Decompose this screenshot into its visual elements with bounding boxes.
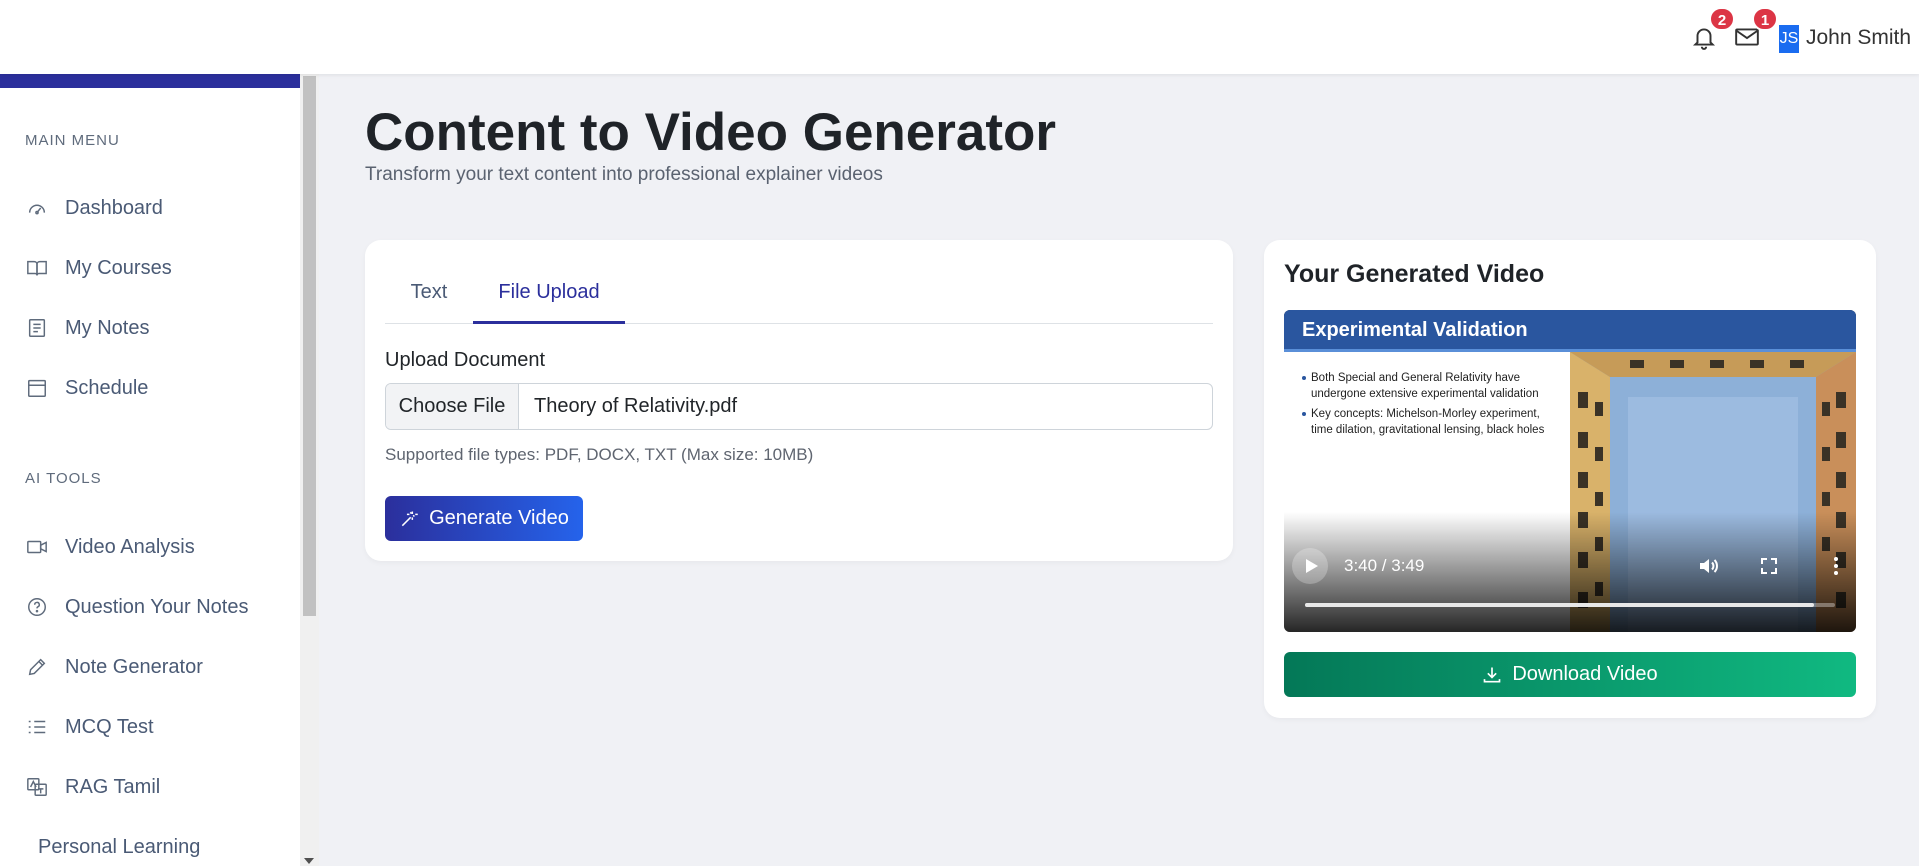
sidebar-item-rag-tamil[interactable]: RAG Tamil — [26, 769, 160, 805]
choose-file-button[interactable]: Choose File — [386, 384, 519, 429]
more-options-button[interactable] — [1824, 554, 1848, 578]
user-name[interactable]: John Smith — [1806, 26, 1911, 50]
question-circle-icon — [28, 598, 46, 616]
generated-video-heading: Your Generated Video — [1284, 260, 1545, 288]
main-menu-label: MAIN MENU — [25, 132, 120, 149]
pencil-icon — [28, 658, 46, 676]
supported-types-hint: Supported file types: PDF, DOCX, TXT (Ma… — [385, 445, 814, 464]
fullscreen-button[interactable] — [1757, 554, 1781, 578]
messages-button[interactable]: 1 — [1734, 7, 1778, 54]
avatar[interactable]: JS — [1779, 25, 1799, 53]
sidebar-item-question-your-notes[interactable]: Question Your Notes — [26, 589, 248, 625]
download-icon — [1484, 667, 1501, 682]
video-progress-fill — [1305, 603, 1814, 607]
sidebar-item-label: Schedule — [65, 376, 149, 399]
sidebar-item-my-courses[interactable]: My Courses — [26, 250, 172, 286]
slide-bullet: Both Special and General Relativity have… — [1302, 370, 1556, 402]
page-subtitle: Transform your text content into profess… — [365, 164, 883, 185]
tab-text[interactable]: Text — [385, 260, 473, 324]
translate-icon — [27, 778, 47, 796]
more-vertical-icon — [1834, 557, 1838, 575]
sidebar-scrollbar[interactable] — [300, 74, 319, 866]
sidebar-item-schedule[interactable]: Schedule — [26, 370, 148, 406]
sidebar-item-label: My Notes — [65, 316, 150, 339]
sidebar-item-mcq-test[interactable]: MCQ Test — [26, 709, 154, 745]
slide-bullet: Key concepts: Michelson-Morley experimen… — [1302, 406, 1556, 438]
tab-file-upload[interactable]: File Upload — [473, 260, 625, 324]
sidebar-item-dashboard[interactable]: Dashboard — [26, 190, 163, 226]
file-upload-input[interactable]: Choose File Theory of Relativity.pdf — [385, 383, 1213, 430]
sidebar-item-label: MCQ Test — [65, 715, 154, 738]
sidebar-item-personal-learning[interactable]: Personal Learning — [38, 829, 200, 865]
gauge-icon — [28, 204, 46, 215]
selected-file-name: Theory of Relativity.pdf — [534, 395, 738, 417]
video-progress-bar[interactable] — [1305, 603, 1835, 607]
magic-wand-icon — [401, 511, 418, 526]
upload-document-label: Upload Document — [385, 349, 546, 371]
sidebar-item-label: Dashboard — [65, 196, 163, 219]
messages-badge: 1 — [1752, 7, 1778, 31]
sidebar-item-label: Note Generator — [65, 655, 203, 678]
download-video-button[interactable]: Download Video — [1284, 652, 1856, 697]
video-player[interactable]: Experimental Validation Both Special and… — [1284, 310, 1856, 632]
page-title: Content to Video Generator — [365, 103, 1057, 162]
sidebar-item-label: Question Your Notes — [65, 595, 249, 618]
volume-button[interactable] — [1696, 554, 1720, 578]
ai-tools-label: AI TOOLS — [25, 470, 102, 487]
generated-video-card: Your Generated Video Experimental Valida… — [1264, 240, 1876, 718]
sidebar-item-my-notes[interactable]: My Notes — [26, 310, 149, 346]
input-tabs: Text File Upload — [385, 260, 1213, 324]
book-icon — [27, 260, 47, 276]
list-icon — [28, 720, 46, 734]
slide-title: Experimental Validation — [1284, 310, 1856, 352]
notifications-badge: 2 — [1709, 7, 1735, 31]
notifications-button[interactable]: 2 — [1691, 7, 1735, 54]
play-button[interactable] — [1292, 548, 1328, 584]
download-video-label: Download Video — [1512, 663, 1658, 685]
video-time-display: 3:40 / 3:49 — [1344, 556, 1425, 575]
top-bar: 2 1 JS John Smith — [0, 0, 1919, 74]
video-camera-icon — [27, 540, 47, 554]
generate-video-label: Generate Video — [429, 507, 569, 529]
sidebar-item-label: My Courses — [65, 256, 172, 279]
sidebar-item-video-analysis[interactable]: Video Analysis — [26, 529, 195, 565]
sidebar-item-label: Video Analysis — [65, 535, 195, 558]
generate-video-button[interactable]: Generate Video — [385, 496, 583, 541]
scroll-down-arrow[interactable] — [304, 858, 314, 864]
fullscreen-icon — [1761, 558, 1777, 574]
sidebar: MAIN MENU Dashboard My Courses My Notes … — [0, 74, 300, 866]
sidebar-accent-bar — [0, 74, 300, 88]
notes-icon — [28, 319, 46, 337]
generator-card: Text File Upload Upload Document Choose … — [365, 240, 1233, 561]
sidebar-item-label: Personal Learning — [38, 835, 201, 858]
calendar-icon — [28, 379, 46, 397]
scrollbar-thumb[interactable] — [303, 76, 316, 616]
sidebar-item-note-generator[interactable]: Note Generator — [26, 649, 203, 685]
sidebar-item-label: RAG Tamil — [65, 775, 161, 798]
volume-icon — [1700, 559, 1718, 573]
